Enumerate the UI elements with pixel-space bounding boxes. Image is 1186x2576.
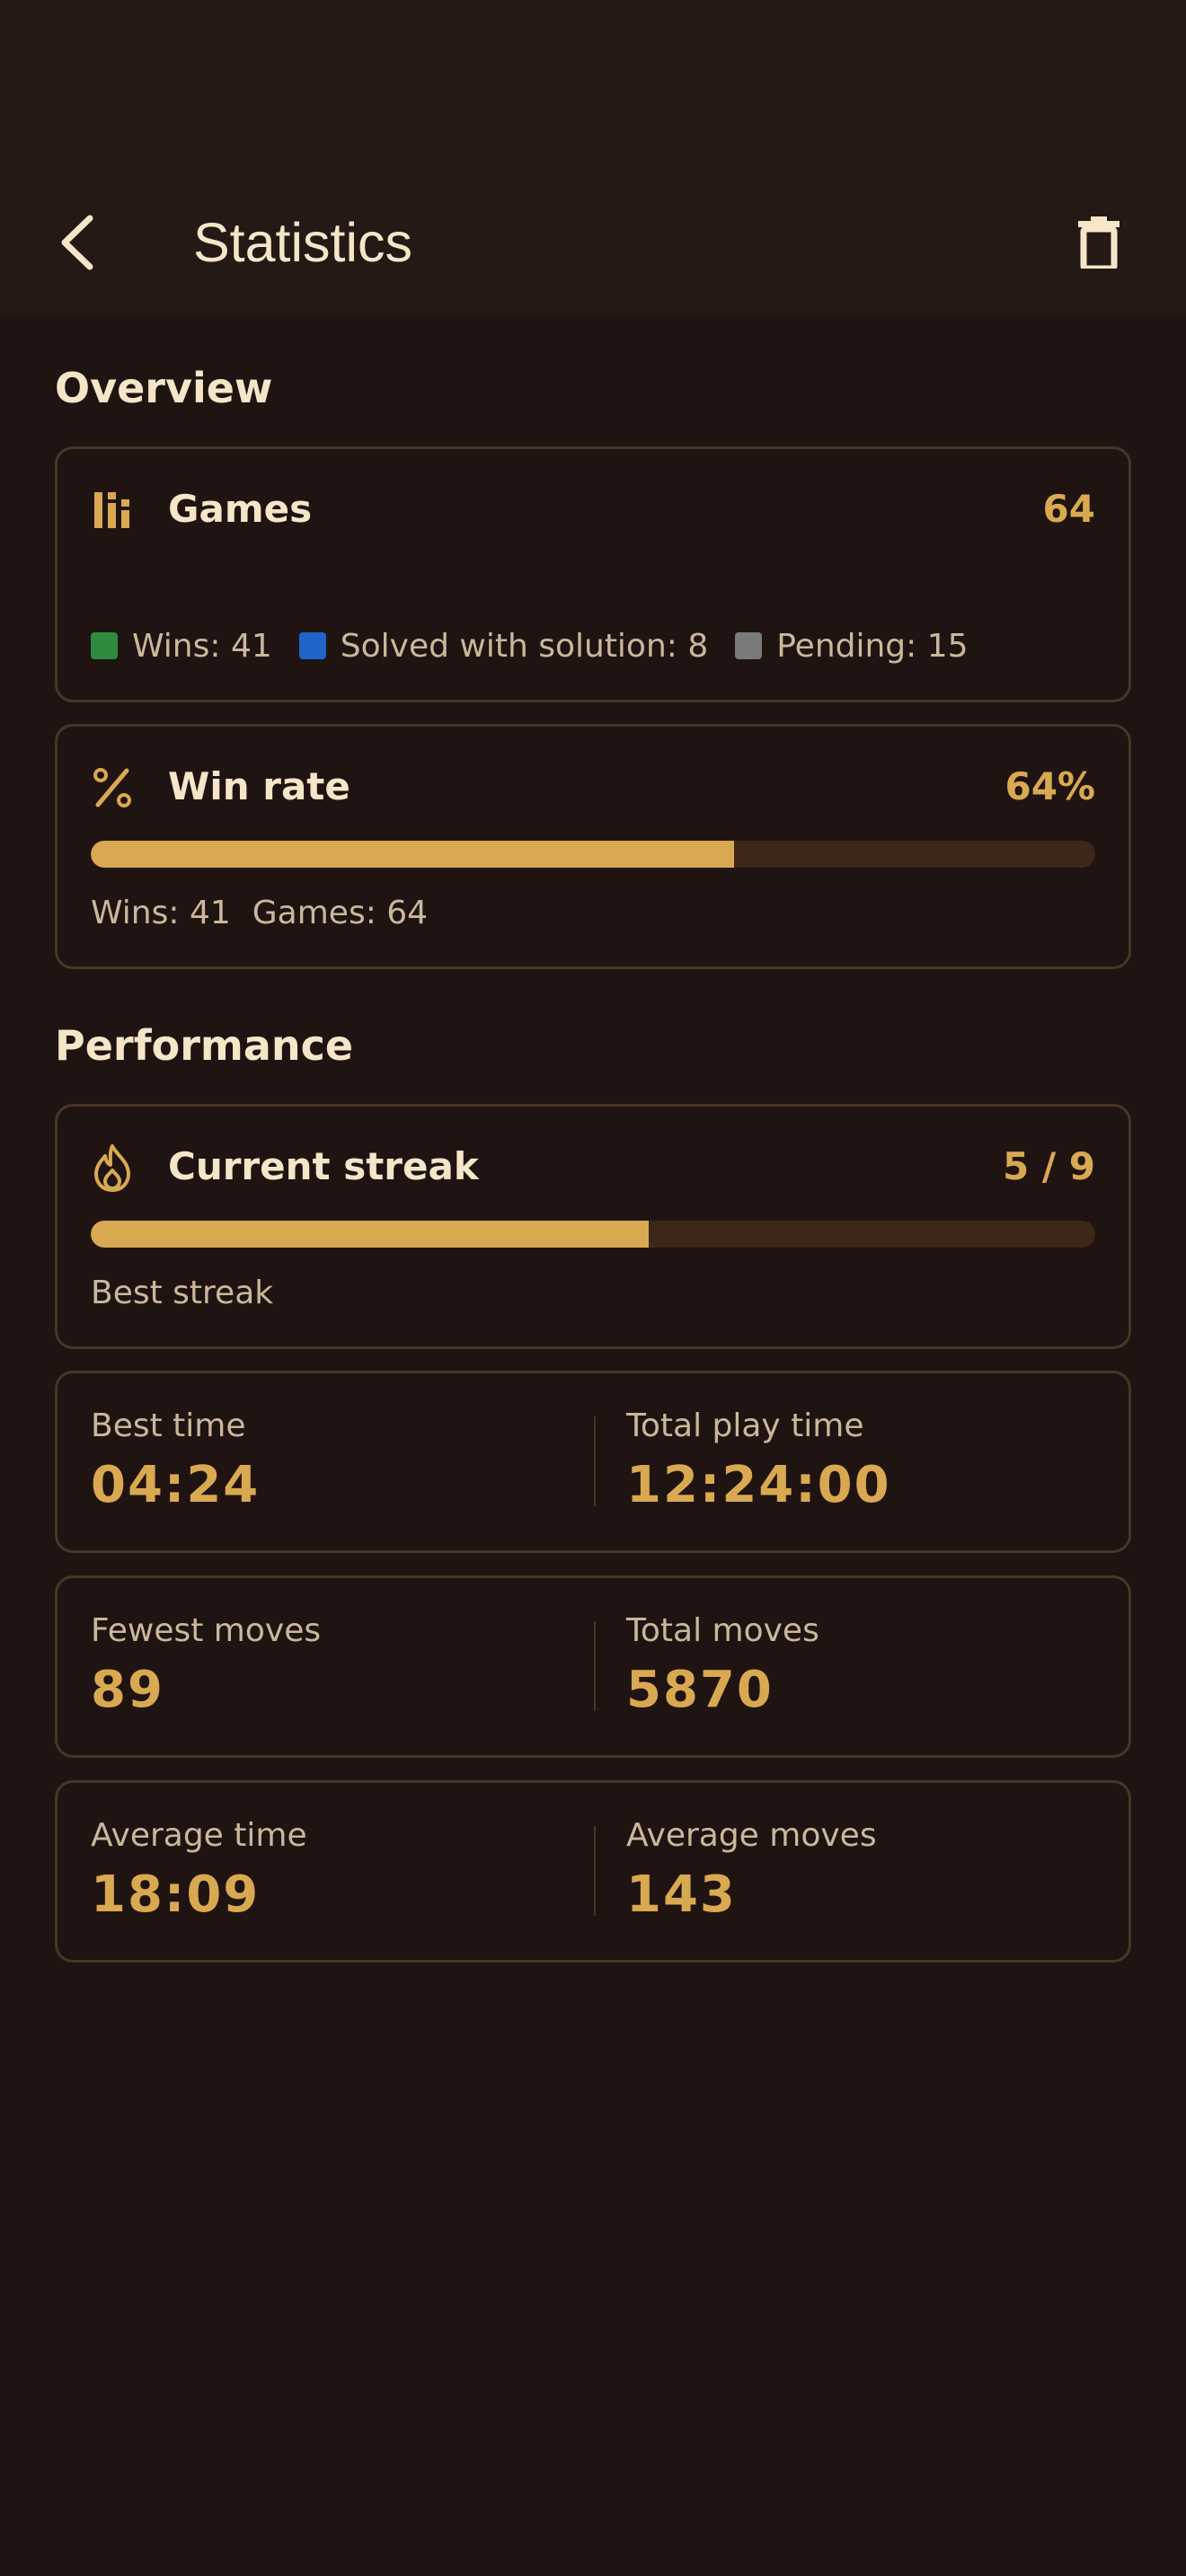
average-stats-card: Average time 18:09 Average moves 143 [55,1780,1131,1963]
wins-swatch [91,632,118,659]
trash-icon [1078,216,1120,269]
legend-item-solved: Solved with solution: 8 [298,628,708,665]
average-time-label: Average time [91,1817,307,1854]
win-rate-wins: Wins: 41 [91,895,231,931]
games-label: Games [168,487,313,531]
games-card: Games 64 Wins: 41 Solved with solution: … [55,446,1131,702]
pending-swatch [735,632,763,659]
delete-stats-button[interactable] [1066,207,1132,278]
total-moves-value: 5870 [626,1661,774,1719]
streak-card: Current streak 5 / 9 Best streak [55,1104,1131,1349]
back-button[interactable] [50,207,104,278]
flame-icon [91,1141,134,1195]
streak-value: 5 / 9 [1002,1144,1095,1188]
solved-swatch [298,632,326,659]
app-bar [0,166,1186,317]
status-bar-area [0,0,1186,166]
average-moves-value: 143 [626,1866,737,1924]
time-stats-card: Best time 04:24 Total play time 12:24:00 [55,1371,1131,1553]
streak-progress-fill [91,1221,650,1248]
overview-section-title: Overview [55,364,273,412]
win-rate-card: Win rate 64% Wins: 41 Games: 64 [55,724,1131,969]
legend-item-wins: Wins: 41 [91,628,272,665]
fewest-moves-label: Fewest moves [91,1612,322,1649]
total-moves-label: Total moves [626,1612,819,1649]
total-play-time-label: Total play time [626,1407,864,1444]
average-moves-label: Average moves [626,1817,877,1854]
bar-stats-icon [91,483,134,537]
percent-icon [91,761,134,815]
games-legend: Wins: 41 Solved with solution: 8 Pending… [91,623,996,668]
streak-label: Current streak [168,1144,479,1188]
page-title: Statistics [193,212,413,273]
moves-stats-card: Fewest moves 89 Total moves 5870 [55,1575,1131,1758]
win-rate-progress [91,841,1095,868]
win-rate-details: Wins: 41 Games: 64 [91,895,428,931]
best-streak-label: Best streak [91,1275,274,1311]
win-rate-label: Win rate [168,764,350,808]
best-time-value: 04:24 [91,1456,261,1514]
legend-item-pending: Pending: 15 [735,628,969,665]
chevron-left-icon [61,215,93,270]
best-time-label: Best time [91,1407,246,1444]
performance-section-title: Performance [55,1021,354,1070]
win-rate-games: Games: 64 [252,895,429,931]
win-rate-value: 64% [1005,764,1095,808]
fewest-moves-value: 89 [91,1661,164,1719]
total-play-time-value: 12:24:00 [626,1456,891,1514]
win-rate-progress-fill [91,841,734,868]
average-time-value: 18:09 [91,1866,261,1924]
streak-progress [91,1221,1095,1248]
games-count: 64 [1042,487,1095,531]
